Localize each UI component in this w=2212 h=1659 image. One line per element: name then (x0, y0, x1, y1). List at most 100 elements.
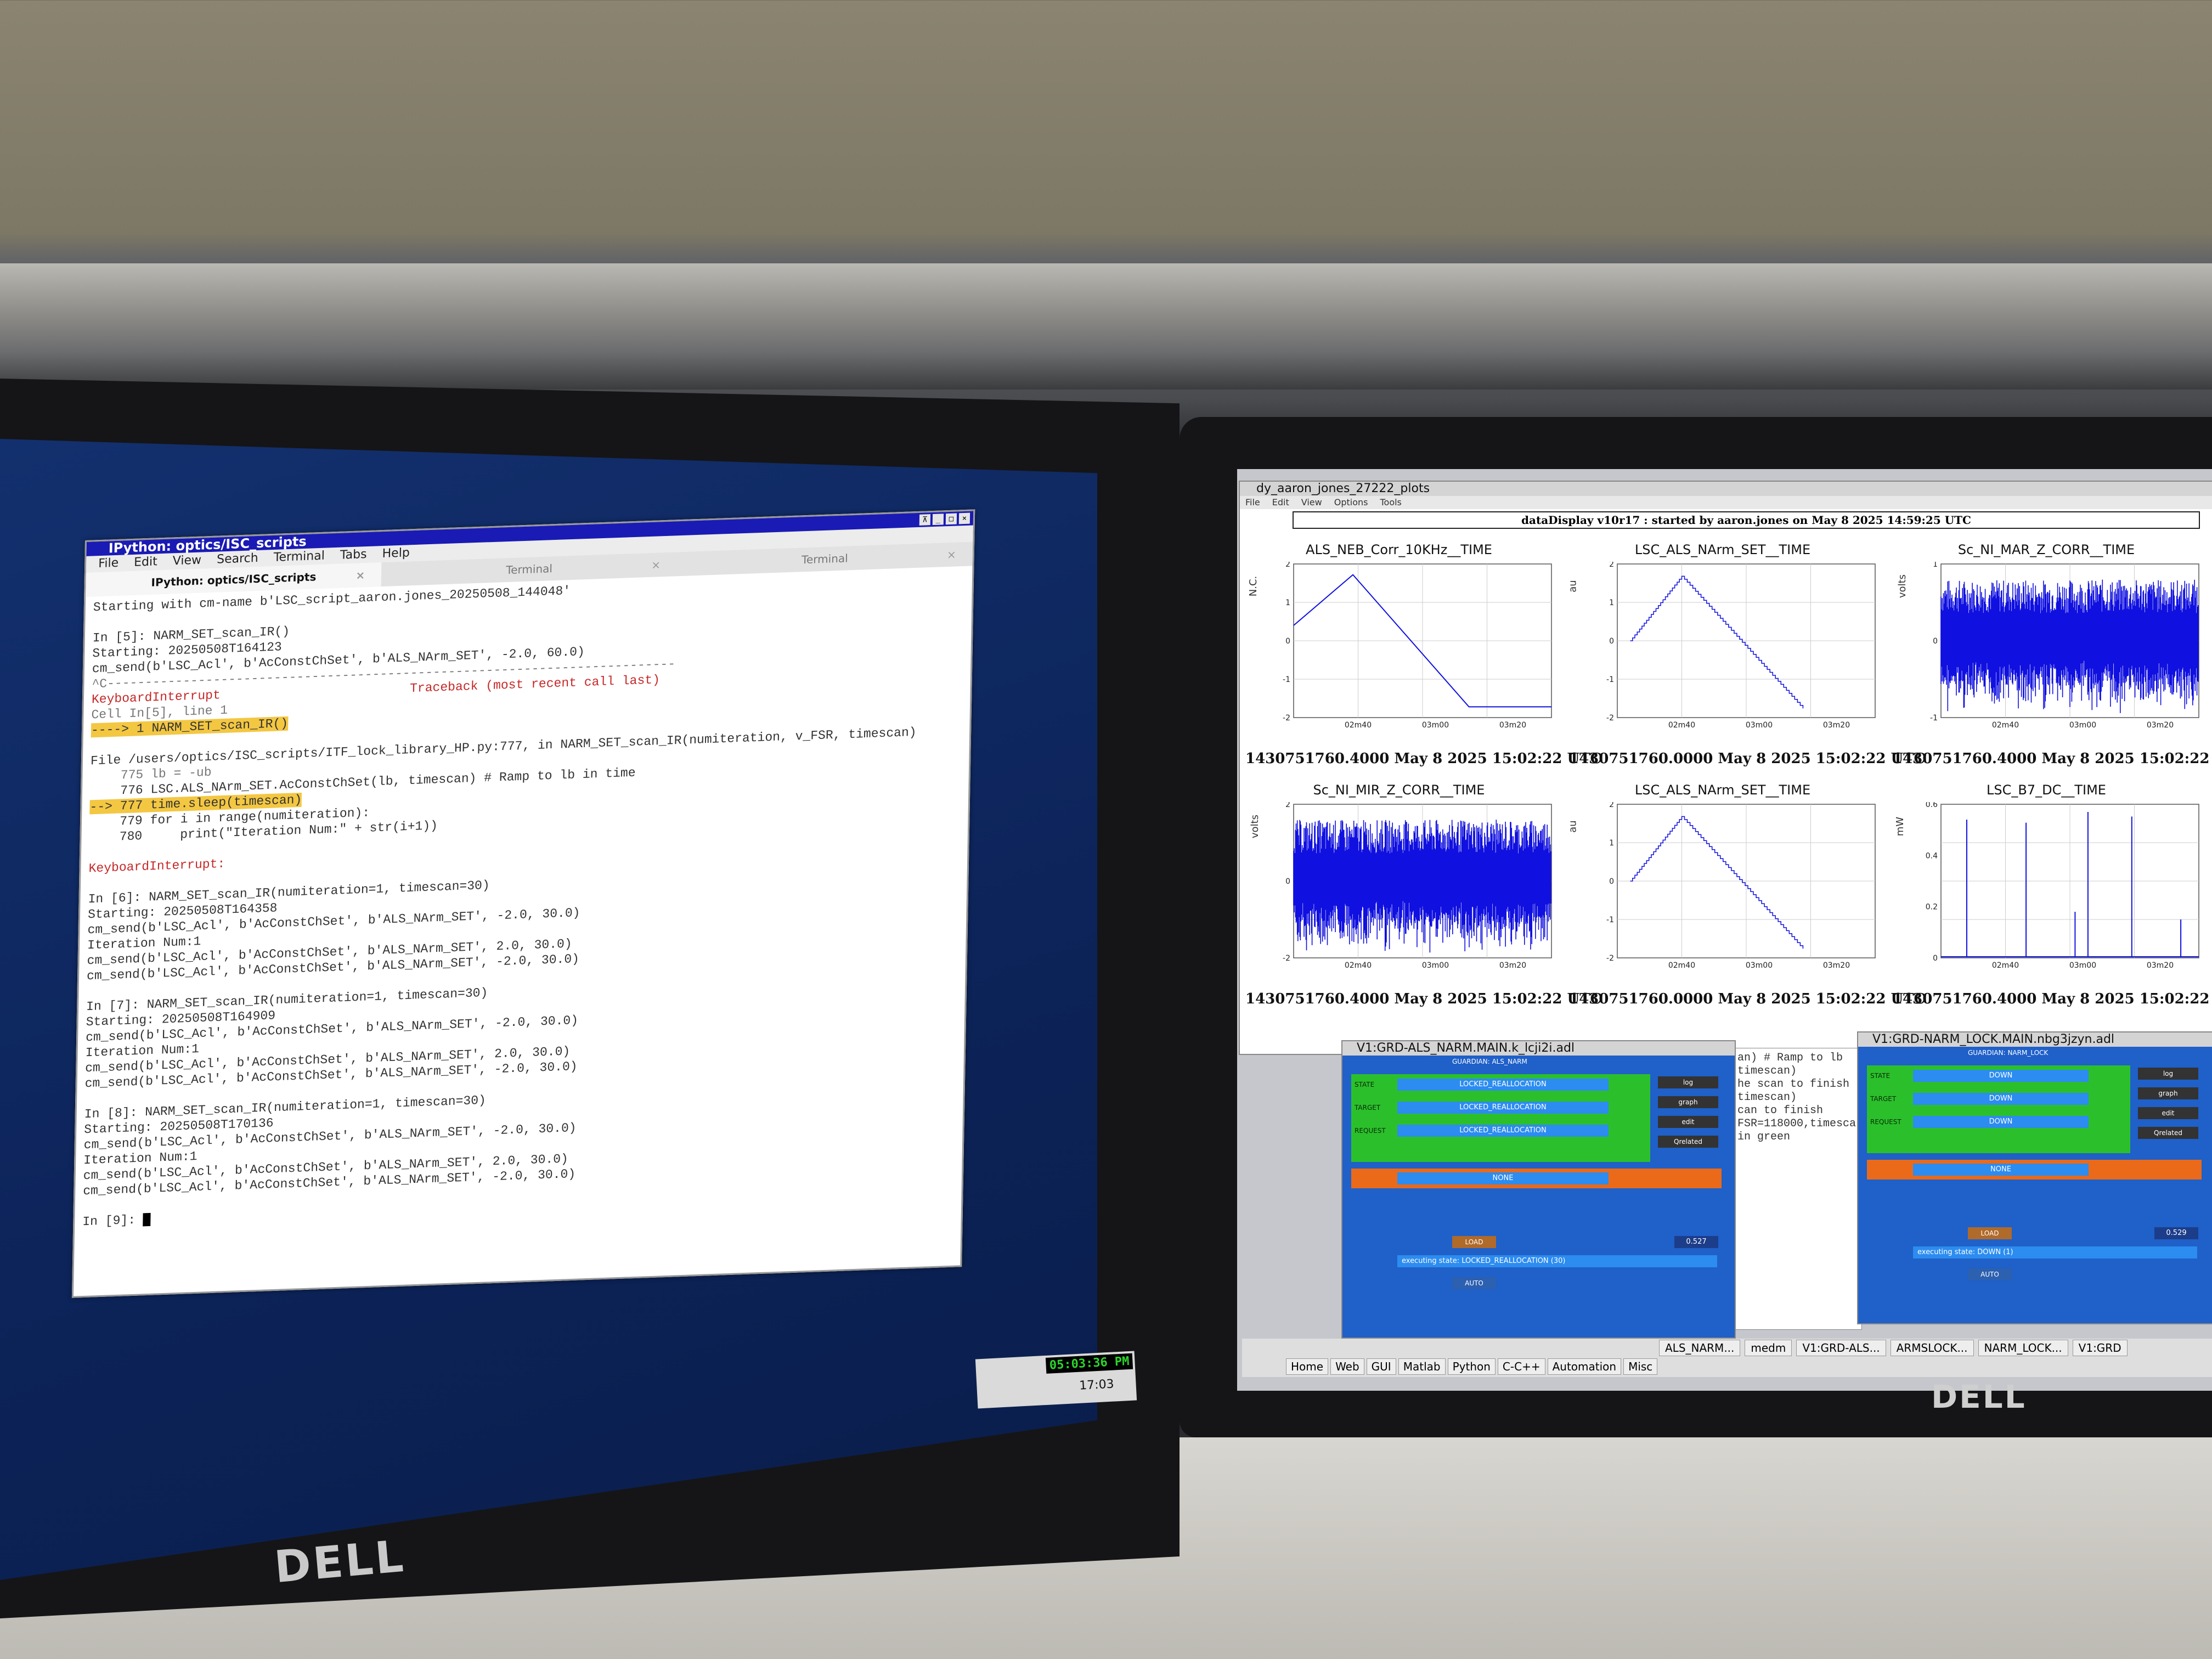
plot-panel[interactable]: Sc_NI_MAR_Z_CORR__TIME volts 1 0 -1 02m40 03m0… (1893, 542, 2212, 794)
medm-guardian-panel[interactable]: V1:GRD-NARM_LOCK.MAIN.nbg3jzyn.adl GUARDI… (1857, 1031, 2212, 1324)
menu-item-search[interactable]: Search (217, 550, 258, 568)
auto-mode-button[interactable]: AUTO (1968, 1268, 2012, 1280)
plot-panel[interactable]: Sc_NI_MIR_Z_CORR__TIME volts 2 0 -2 02m40 03m0… (1245, 782, 1602, 1035)
menu-item-view[interactable]: View (173, 552, 202, 570)
medm-titlebar[interactable]: V1:GRD-ALS_NARM.MAIN.k_lcji2i.adl (1342, 1041, 1735, 1056)
edit-button[interactable]: edit (2138, 1107, 2198, 1119)
state-field: DOWN (1913, 1070, 2089, 1082)
qrelated-button[interactable]: Qrelated (2138, 1127, 2198, 1139)
taskbar-window-item[interactable]: V1:GRD-ALS... (1796, 1340, 1886, 1356)
taskbar-launcher-gui[interactable]: GUI (1366, 1358, 1396, 1375)
row-label-target: TARGET (1870, 1095, 1897, 1103)
y-tick-label: -1 (1606, 675, 1614, 684)
datadisplay-window[interactable]: dy_aaron_jones_27222_plots File Edit View O… (1239, 481, 2212, 1055)
minimize-icon[interactable]: _ (932, 514, 944, 526)
qrelated-button[interactable]: Qrelated (1658, 1136, 1718, 1148)
log-button[interactable]: log (2138, 1068, 2198, 1080)
ipython-terminal-window[interactable]: IPython: optics/ISC_scripts ⊼ _ □ × File… (71, 509, 975, 1298)
y-tick-label: -2 (1283, 714, 1290, 723)
plot-ylabel: volts (1897, 574, 1909, 599)
medm-guardian-panel[interactable]: V1:GRD-ALS_NARM.MAIN.k_lcji2i.adl GUARDIA… (1341, 1040, 1736, 1339)
taskbar-launcher-home[interactable]: Home (1286, 1358, 1329, 1375)
edit-button[interactable]: edit (1658, 1116, 1718, 1128)
plot-title: Sc_NI_MIR_Z_CORR__TIME (1313, 782, 1485, 798)
request-field[interactable]: DOWN (1913, 1116, 2089, 1128)
menu-item-help[interactable]: Help (382, 545, 410, 562)
guardian-label: GUARDIAN: ALS_NARM (1452, 1058, 1527, 1065)
tab-close-icon[interactable]: × (651, 552, 661, 577)
x-tick-label: 03m00 (1746, 961, 1773, 970)
plot-panel[interactable]: LSC_ALS_NArm_SET__TIME au 2 1 0 -1 -2 02m40 03m0… (1567, 782, 1926, 1035)
graph-button[interactable]: graph (2138, 1087, 2198, 1099)
y-tick-label: 1 (1609, 839, 1614, 848)
y-tick-label: -2 (1606, 714, 1614, 723)
row-label-request: REQUEST (1355, 1127, 1386, 1135)
taskbar-window-item[interactable]: ARMSLOCK... (1890, 1340, 1974, 1356)
x-tick-label: 03m20 (1823, 721, 1850, 730)
dd-menu-options[interactable]: Options (1334, 496, 1368, 509)
pin-icon[interactable]: ⊼ (919, 514, 931, 526)
x-tick-label: 02m40 (1992, 961, 2019, 970)
menu-item-tabs[interactable]: Tabs (340, 546, 367, 564)
tray-clock: 05:03:36 PM (1046, 1353, 1133, 1374)
plot-timestamp: 1430751760.4000 May 8 2025 15:02:22 UTC (1245, 751, 1602, 767)
dd-menu-file[interactable]: File (1245, 496, 1260, 509)
tab-close-icon[interactable]: × (356, 563, 365, 588)
taskbar-launcher-misc[interactable]: Misc (1623, 1358, 1658, 1375)
menu-item-edit[interactable]: Edit (134, 554, 157, 571)
x-tick-label: 02m40 (1345, 961, 1372, 970)
taskbar-window-item[interactable]: ALS_NARM... (1659, 1340, 1741, 1356)
nominal-field: NONE (1913, 1164, 2089, 1176)
menu-item-terminal[interactable]: Terminal (273, 548, 325, 566)
maximize-icon[interactable]: □ (945, 513, 957, 525)
taskbar-launcher-c-c++[interactable]: C-C++ (1497, 1358, 1545, 1375)
tab-close-icon[interactable]: × (947, 542, 957, 567)
plot-panel[interactable]: LSC_ALS_NArm_SET__TIME au 2 1 0 -1 -2 02m40 03m0… (1567, 542, 1926, 794)
plot-timestamp: 1430751760.4000 May 8 2025 15:02:22 UTC (1245, 991, 1602, 1007)
value-readout: 0.527 (1674, 1236, 1718, 1248)
status-message: executing state: DOWN (1) (1913, 1246, 2197, 1259)
load-button[interactable]: LOAD (1968, 1227, 2012, 1239)
taskbar-launcher-python[interactable]: Python (1447, 1358, 1496, 1375)
y-tick-label: 1 (1933, 562, 1938, 569)
state-field: LOCKED_REALLOCATION (1397, 1079, 1609, 1091)
plot-panel[interactable]: ALS_NEB_Corr_10KHz__TIME N.C. 2 1 0 -1 -2 02m40… (1245, 542, 1602, 794)
load-button[interactable]: LOAD (1452, 1236, 1496, 1248)
tab-label: Terminal (506, 562, 553, 577)
dd-menu-edit[interactable]: Edit (1272, 496, 1289, 509)
dd-menu-tools[interactable]: Tools (1380, 496, 1401, 509)
row-label-state: STATE (1355, 1081, 1375, 1088)
taskbar-window-item[interactable]: V1:GRD (2072, 1340, 2128, 1356)
value-readout: 0.529 (2154, 1227, 2198, 1239)
taskbar-launcher-web[interactable]: Web (1330, 1358, 1364, 1375)
x-tick-label: 03m20 (1823, 961, 1850, 970)
nominal-field: NONE (1397, 1172, 1609, 1184)
taskbar-window-item[interactable]: NARM_LOCK... (1978, 1340, 2068, 1356)
y-tick-label: 2 (1609, 562, 1614, 569)
close-icon[interactable]: × (958, 512, 970, 524)
dell-logo-right: DELL (1931, 1378, 2027, 1415)
menu-item-file[interactable]: File (98, 555, 119, 572)
x-tick-label: 03m20 (1499, 961, 1526, 970)
y-tick-label: 0 (1285, 877, 1290, 886)
taskbar-window-item[interactable]: medm (1745, 1340, 1792, 1356)
datadisplay-titlebar[interactable]: dy_aaron_jones_27222_plots (1240, 482, 2212, 496)
plot-panel[interactable]: LSC_B7_DC__TIME mW 0.6 0.4 0.2 0 02m40 03m00 03m… (1893, 782, 2212, 1035)
plot-timestamp: 1430751760.0000 May 8 2025 15:02:22 UTC (1569, 991, 1926, 1007)
log-button[interactable]: log (1658, 1076, 1718, 1088)
plot-svg: 2 1 0 -1 -2 02m40 03m00 03m20 (1606, 562, 1876, 730)
plot-title: LSC_ALS_NArm_SET__TIME (1634, 782, 1811, 798)
y-tick-label: 0.6 (1926, 802, 1938, 809)
request-field[interactable]: LOCKED_REALLOCATION (1397, 1125, 1609, 1137)
tab-label: Terminal (801, 551, 848, 567)
plot-timestamp: 1430751760.0000 May 8 2025 15:02:22 UTC (1569, 751, 1926, 767)
row-label-request: REQUEST (1870, 1118, 1901, 1126)
medm-titlebar[interactable]: V1:GRD-NARM_LOCK.MAIN.nbg3jzyn.adl (1858, 1032, 2212, 1047)
taskbar-launcher-automation[interactable]: Automation (1547, 1358, 1622, 1375)
taskbar-launcher-matlab[interactable]: Matlab (1398, 1358, 1446, 1375)
graph-button[interactable]: graph (1658, 1096, 1718, 1108)
dd-menu-view[interactable]: View (1301, 496, 1322, 509)
terminal-output[interactable]: Starting with cm-name b'LSC_script_aaron… (75, 566, 972, 1233)
auto-mode-button[interactable]: AUTO (1452, 1277, 1496, 1289)
x-tick-label: 03m20 (2147, 721, 2174, 730)
